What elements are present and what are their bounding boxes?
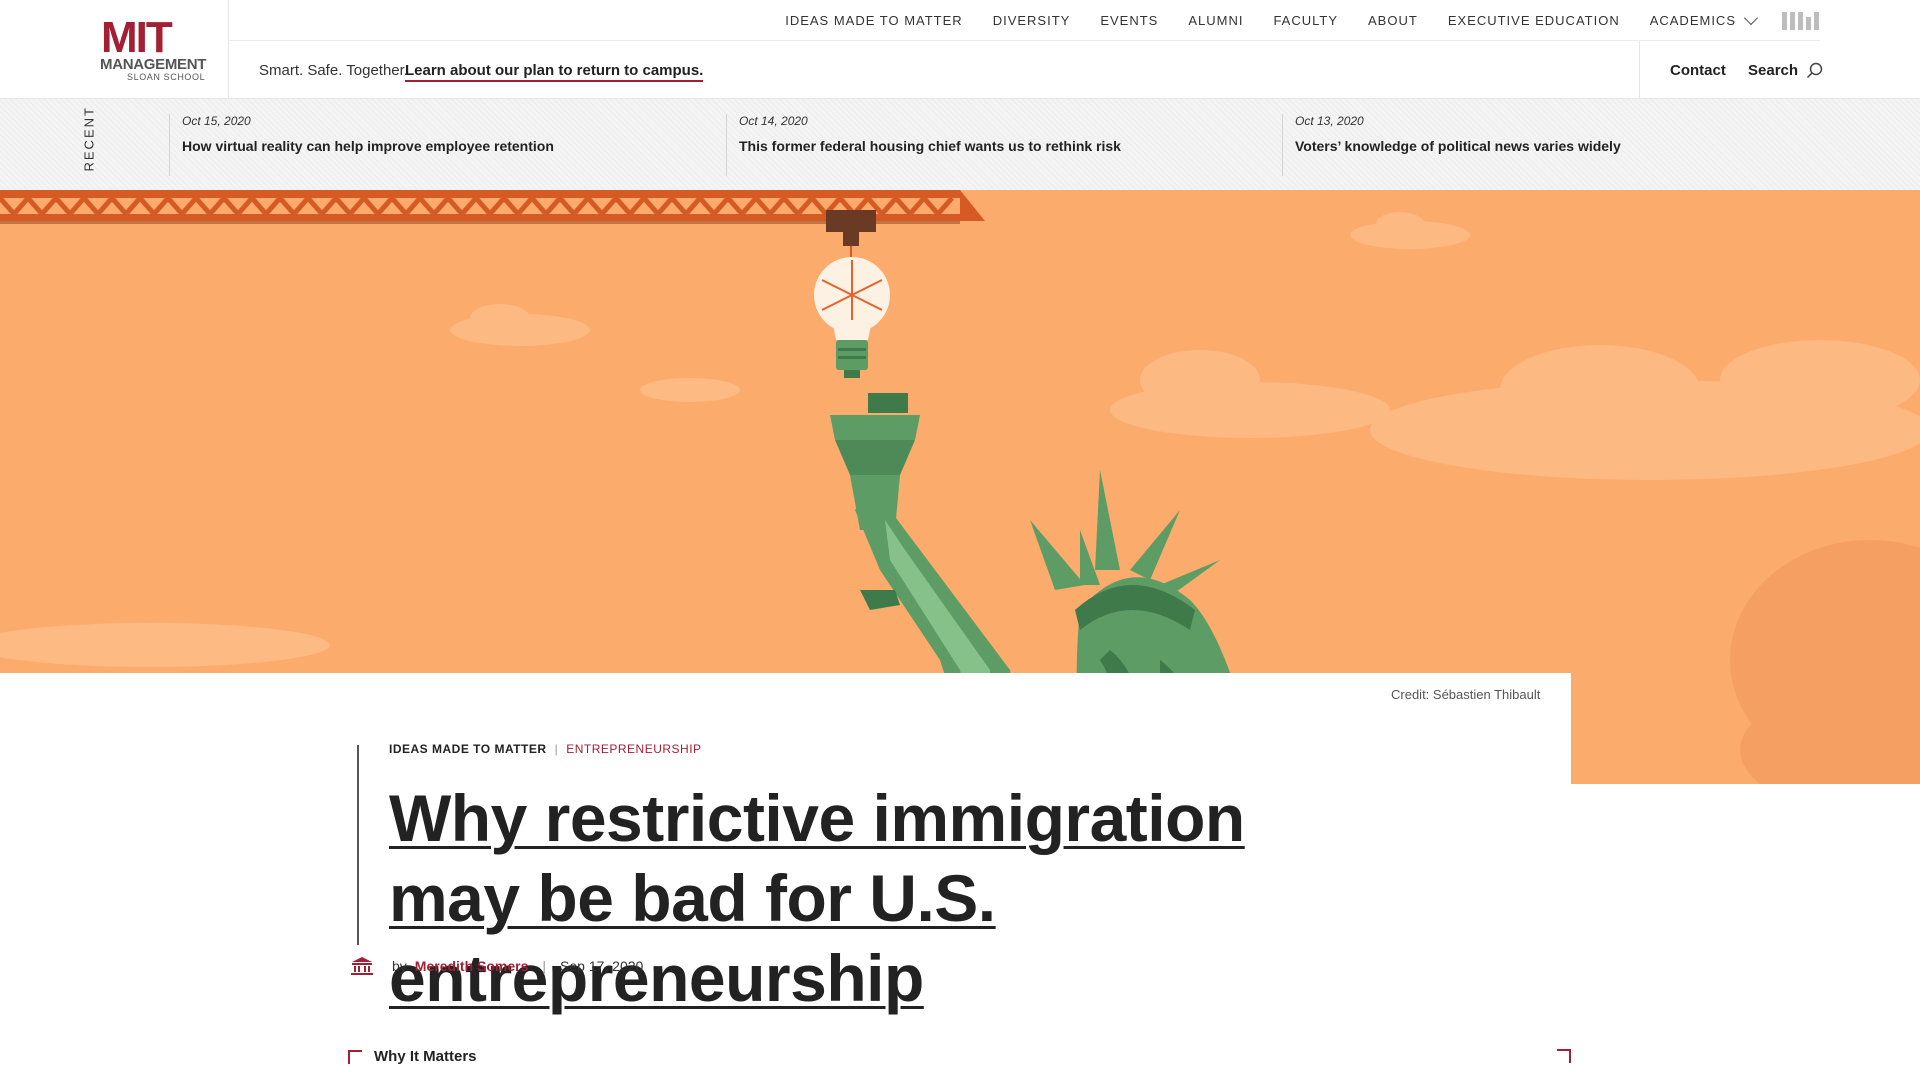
nav-academics[interactable]: ACADEMICS [1649,10,1759,28]
recent-title: Voters’ knowledge of political news vari… [1295,138,1621,154]
byline: by Meredith Somers | Sep 17, 2020 [350,956,643,976]
nav-ideas-made-to-matter[interactable]: IDEAS MADE TO MATTER [785,13,962,28]
why-it-matters-label: Why It Matters [374,1048,477,1065]
sub-navigation: Smart. Safe. Together. Learn about our p… [229,41,1823,99]
site-header: MIT MANAGEMENT SLOAN SCHOOL IDEAS MADE T… [0,0,1920,99]
corner-bracket-icon [1557,1049,1571,1063]
recent-articles-strip: RECENT Oct 15, 2020 How virtual reality … [0,99,1920,190]
recent-title: This former federal housing chief wants … [739,138,1121,154]
institution-icon [351,957,373,975]
nav-diversity[interactable]: DIVERSITY [993,13,1071,28]
logo-mit: MIT [101,13,173,62]
logo-management: MANAGEMENT [100,56,207,73]
return-to-campus-link[interactable]: Learn about our plan to return to campus… [405,62,704,82]
subnav-divider [1639,41,1640,99]
nav-executive-education[interactable]: EXECUTIVE EDUCATION [1448,13,1620,28]
recent-date: Oct 15, 2020 [182,114,251,128]
search-label: Search [1748,62,1799,79]
chevron-down-icon [1743,10,1759,26]
logo[interactable]: MIT MANAGEMENT SLOAN SCHOOL [0,0,229,99]
nav-faculty[interactable]: FACULTY [1273,13,1338,28]
logo-sloan: SLOAN SCHOOL [127,72,206,82]
title-accent-line [357,745,359,945]
image-credit: Credit: Sébastien Thibault [1391,687,1541,702]
search-icon [1807,62,1823,79]
byline-by: by [392,958,407,974]
article-title: Why restrictive immigration may be bad f… [389,781,1245,1015]
recent-title: How virtual reality can help improve emp… [182,138,554,154]
search-button[interactable]: Search [1748,62,1823,79]
contact-link[interactable]: Contact [1670,62,1726,79]
recent-date: Oct 13, 2020 [1295,114,1364,128]
corner-bracket-icon [348,1049,362,1064]
publish-date: Sep 17, 2020 [560,958,644,974]
nav-about[interactable]: ABOUT [1368,13,1418,28]
nav-alumni[interactable]: ALUMNI [1188,13,1243,28]
recent-item[interactable]: Oct 14, 2020 This former federal housing… [726,114,1282,176]
author-link[interactable]: Meredith Somers [415,958,529,974]
why-it-matters-heading: Why It Matters [348,1048,477,1065]
recent-item[interactable]: Oct 13, 2020 Voters’ knowledge of politi… [1282,114,1838,176]
breadcrumb-topic[interactable]: ENTREPRENEURSHIP [566,742,701,756]
nav-academics-label: ACADEMICS [1649,13,1736,28]
recent-label: RECENT [81,106,97,172]
recent-item[interactable]: Oct 15, 2020 How virtual reality can hel… [169,114,725,176]
breadcrumb-section[interactable]: IDEAS MADE TO MATTER [389,742,547,756]
mit-logo-icon[interactable] [1782,11,1820,30]
byline-separator: | [542,958,547,974]
breadcrumb-separator: | [554,742,559,756]
campus-tagline: Smart. Safe. Together. [259,62,408,79]
nav-events[interactable]: EVENTS [1100,13,1158,28]
recent-date: Oct 14, 2020 [739,114,808,128]
top-navigation: IDEAS MADE TO MATTER DIVERSITY EVENTS AL… [229,0,1820,41]
breadcrumb: IDEAS MADE TO MATTER | ENTREPRENEURSHIP [389,742,702,756]
